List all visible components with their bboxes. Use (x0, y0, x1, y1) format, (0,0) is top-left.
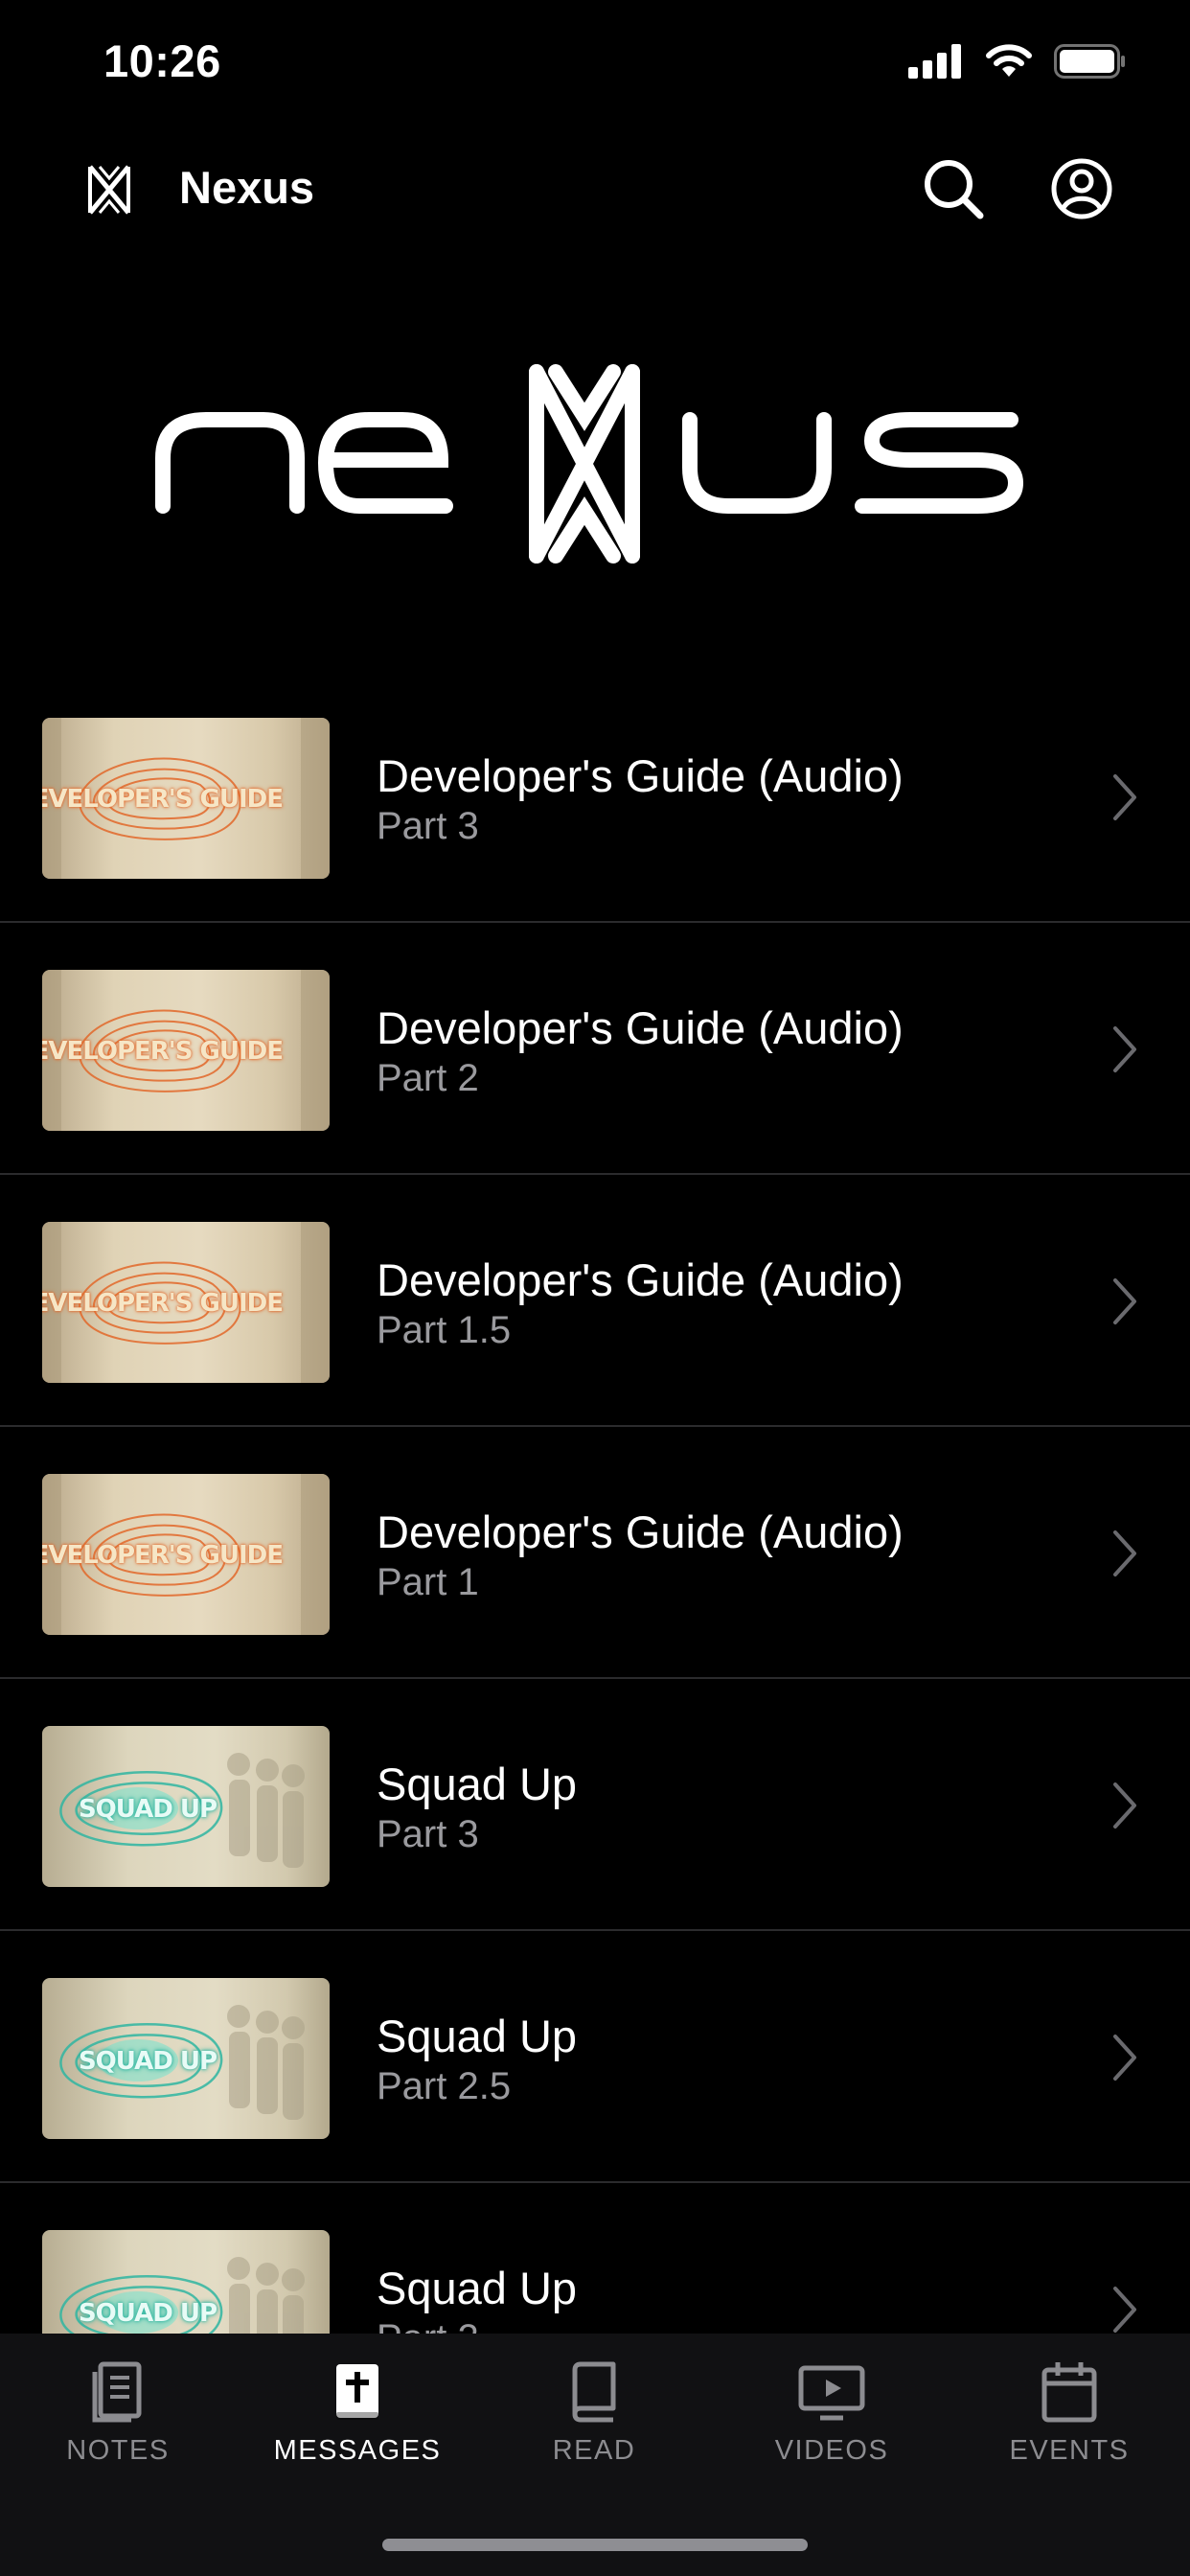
chevron-right-icon (1113, 1782, 1136, 1828)
calendar-icon (1041, 2362, 1097, 2423)
tab-read[interactable]: READ (498, 2360, 690, 2504)
message-list: DEVELOPER'S GUIDE Developer's Guide (Aud… (0, 671, 1190, 2334)
list-item[interactable]: DEVELOPER'S GUIDE Developer's Guide (Aud… (0, 1175, 1190, 1427)
app-title: Nexus (179, 162, 315, 213)
tab-bar: NOTES MESSAGES READ VIDEOS EVENTS (0, 2334, 1190, 2576)
book-icon (572, 2361, 616, 2423)
wifi-icon (986, 44, 1032, 77)
thumbnail-developers-guide: DEVELOPER'S GUIDE (42, 1222, 330, 1383)
battery-icon (1054, 44, 1125, 79)
chevron-right-icon (1113, 774, 1136, 820)
tab-videos-label: VIDEOS (774, 2435, 889, 2466)
message-subtitle: Part 1.5 (377, 1309, 512, 1351)
message-subtitle: Part 1 (377, 1561, 479, 1603)
tab-messages[interactable]: MESSAGES (262, 2360, 453, 2504)
video-icon (798, 2365, 865, 2421)
list-item[interactable]: DEVELOPER'S GUIDE Developer's Guide (Aud… (0, 1427, 1190, 1679)
status-bar: 10:26 (0, 0, 1190, 134)
thumbnail-text: DEVELOPER'S GUIDE (42, 1037, 284, 1066)
chevron-right-icon (1113, 1278, 1136, 1324)
thumbnail-squad-up: SQUAD UP (42, 1726, 330, 1887)
notes-icon (92, 2361, 142, 2423)
tab-messages-label: MESSAGES (273, 2435, 442, 2466)
message-subtitle: Part 3 (377, 1813, 479, 1855)
thumbnail-text: DEVELOPER'S GUIDE (42, 1541, 284, 1570)
message-title: Developer's Guide (Audio) (377, 750, 904, 801)
message-title: Squad Up (377, 2011, 578, 2061)
profile-icon[interactable] (1048, 155, 1115, 222)
signal-icon (908, 44, 961, 79)
thumbnail-developers-guide: DEVELOPER'S GUIDE (42, 1474, 330, 1635)
thumbnail-developers-guide: DEVELOPER'S GUIDE (42, 970, 330, 1131)
thumbnail-text: SQUAD UP (78, 1795, 217, 1824)
thumbnail-text: DEVELOPER'S GUIDE (42, 785, 284, 814)
message-title: Squad Up (377, 2263, 578, 2313)
message-subtitle: Part 2.5 (377, 2065, 512, 2107)
tab-notes-label: NOTES (66, 2435, 170, 2466)
message-title: Squad Up (377, 1759, 578, 1809)
chevron-right-icon (1113, 2035, 1136, 2081)
tab-read-label: READ (552, 2435, 636, 2466)
thumbnail-squad-up: SQUAD UP (42, 2230, 330, 2334)
tab-events-label: EVENTS (1009, 2435, 1130, 2466)
bible-icon (336, 2364, 378, 2420)
list-item[interactable]: SQUAD UP Squad Up Part 3 (0, 1679, 1190, 1931)
status-time: 10:26 (103, 35, 221, 86)
message-subtitle: Part 2 (377, 2317, 479, 2334)
chevron-right-icon (1113, 1026, 1136, 1072)
message-title: Developer's Guide (Audio) (377, 1254, 904, 1305)
nexus-wordmark-logo (155, 364, 1024, 564)
message-subtitle: Part 3 (377, 805, 479, 847)
tab-videos[interactable]: VIDEOS (736, 2360, 927, 2504)
list-item[interactable]: DEVELOPER'S GUIDE Developer's Guide (Aud… (0, 671, 1190, 923)
tab-notes[interactable]: NOTES (22, 2360, 214, 2504)
thumbnail-text: DEVELOPER'S GUIDE (42, 1289, 284, 1318)
app-header: Nexus (0, 134, 1190, 249)
thumbnail-text: SQUAD UP (78, 2299, 217, 2328)
tab-events[interactable]: EVENTS (973, 2360, 1165, 2504)
chevron-right-icon (1113, 2287, 1136, 2333)
list-item[interactable]: DEVELOPER'S GUIDE Developer's Guide (Aud… (0, 923, 1190, 1175)
nexus-logo-icon (88, 165, 130, 215)
message-title: Developer's Guide (Audio) (377, 1002, 904, 1053)
list-item[interactable]: SQUAD UP Squad Up Part 2.5 (0, 1931, 1190, 2183)
thumbnail-squad-up: SQUAD UP (42, 1978, 330, 2139)
thumbnail-text: SQUAD UP (78, 2047, 217, 2076)
thumbnail-developers-guide: DEVELOPER'S GUIDE (42, 718, 330, 879)
list-item[interactable]: SQUAD UP Squad Up Part 2 (0, 2183, 1190, 2334)
home-indicator (382, 2539, 808, 2551)
message-title: Developer's Guide (Audio) (377, 1506, 904, 1557)
chevron-right-icon (1113, 1530, 1136, 1576)
status-icons (908, 44, 1127, 79)
message-subtitle: Part 2 (377, 1057, 479, 1099)
search-icon[interactable] (920, 155, 987, 222)
